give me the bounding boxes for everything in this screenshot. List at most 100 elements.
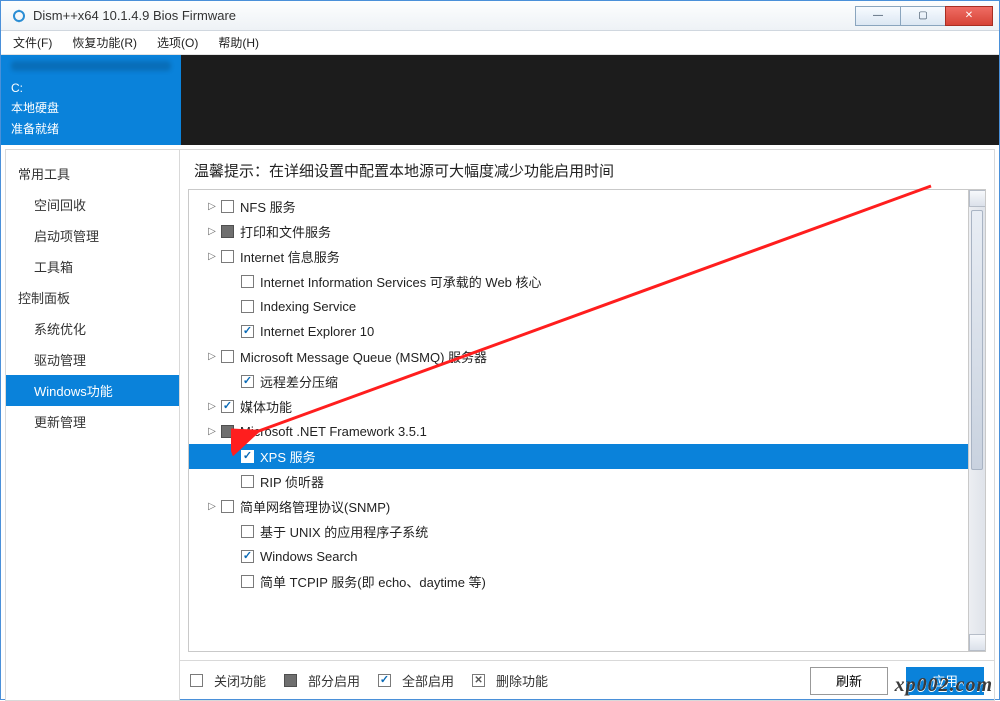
tree-item-label: NFS 服务	[240, 197, 296, 216]
tree-item[interactable]: ▷ Microsoft .NET Framework 3.5.1	[189, 419, 968, 444]
tree-item-label: Microsoft Message Queue (MSMQ) 服务器	[240, 347, 487, 366]
tree-item-label: 简单网络管理协议(SNMP)	[240, 497, 390, 516]
watermark: xp002.com	[895, 674, 993, 697]
tree-item[interactable]: XPS 服务	[189, 444, 968, 469]
checkbox[interactable]	[241, 550, 254, 563]
tree-item[interactable]: ▷ 媒体功能	[189, 394, 968, 419]
redacted-area	[11, 61, 171, 71]
expand-icon[interactable]: ▷	[207, 401, 217, 412]
checkbox[interactable]	[241, 275, 254, 288]
menu-bar: 文件(F) 恢复功能(R) 选项(O) 帮助(H)	[1, 31, 999, 55]
expand-icon[interactable]: ▷	[207, 251, 217, 262]
tree-item[interactable]: Windows Search	[189, 544, 968, 569]
checkbox[interactable]	[241, 525, 254, 538]
checkbox[interactable]	[221, 425, 234, 438]
tree-item-label: 远程差分压缩	[260, 372, 338, 391]
close-button[interactable]: ✕	[945, 6, 993, 26]
sidebar-item[interactable]: 更新管理	[6, 406, 179, 437]
sidebar-item[interactable]: 工具箱	[6, 251, 179, 282]
menu-file[interactable]: 文件(F)	[7, 32, 58, 53]
app-icon	[11, 8, 27, 24]
legend-partial: 部分启用	[284, 671, 360, 690]
sidebar-group-tools: 常用工具	[6, 158, 179, 189]
tree-item[interactable]: Indexing Service	[189, 294, 968, 319]
tree-item[interactable]: RIP 侦听器	[189, 469, 968, 494]
checkbox[interactable]	[221, 225, 234, 238]
feature-tree-container: ▷ NFS 服务 ▷ 打印和文件服务 ▷ Internet 信息服务 Internet In…	[188, 189, 986, 652]
drive-type: 本地硬盘	[11, 99, 171, 116]
tree-item[interactable]: 远程差分压缩	[189, 369, 968, 394]
sidebar-group-control: 控制面板	[6, 282, 179, 313]
tree-item-label: Windows Search	[260, 549, 358, 564]
sidebar-item[interactable]: 系统优化	[6, 313, 179, 344]
sidebar-item[interactable]: Windows功能	[6, 375, 179, 406]
scroll-thumb[interactable]	[971, 210, 983, 470]
checkbox[interactable]	[221, 500, 234, 513]
tree-item-label: Microsoft .NET Framework 3.5.1	[240, 424, 427, 439]
checkbox[interactable]	[221, 350, 234, 363]
minimize-button[interactable]: —	[855, 6, 901, 26]
expand-icon[interactable]: ▷	[207, 426, 217, 437]
app-window: Dism++x64 10.1.4.9 Bios Firmware — ▢ ✕ 文…	[0, 0, 1000, 700]
drive-status: 准备就绪	[11, 120, 171, 137]
tree-item-label: XPS 服务	[260, 447, 316, 466]
tree-item[interactable]: Internet Information Services 可承载的 Web 核…	[189, 269, 968, 294]
expand-icon[interactable]: ▷	[207, 501, 217, 512]
refresh-button[interactable]: 刷新	[810, 667, 888, 695]
tree-item-label: Internet 信息服务	[240, 247, 340, 266]
tree-item-label: 媒体功能	[240, 397, 292, 416]
menu-options[interactable]: 选项(O)	[151, 32, 204, 53]
checkbox[interactable]	[241, 325, 254, 338]
scrollbar[interactable]: ▴ ▾	[968, 190, 985, 651]
menu-recover[interactable]: 恢复功能(R)	[66, 32, 143, 53]
bottom-bar: 关闭功能 部分启用 全部启用 删除功能 刷新 应用	[180, 660, 994, 700]
checkbox[interactable]	[241, 300, 254, 313]
tree-item-label: Internet Explorer 10	[260, 324, 374, 339]
expand-icon[interactable]: ▷	[207, 351, 217, 362]
legend-off: 关闭功能	[190, 671, 266, 690]
content-body: 常用工具 空间回收启动项管理工具箱 控制面板 系统优化驱动管理Windows功能…	[5, 149, 995, 701]
menu-help[interactable]: 帮助(H)	[212, 32, 265, 53]
sidebar-item[interactable]: 启动项管理	[6, 220, 179, 251]
sidebar-item[interactable]: 空间回收	[6, 189, 179, 220]
scroll-down-button[interactable]: ▾	[969, 634, 986, 651]
expand-icon[interactable]: ▷	[207, 201, 217, 212]
tree-item[interactable]: ▷ 打印和文件服务	[189, 219, 968, 244]
checkbox[interactable]	[241, 475, 254, 488]
tree-item-label: 简单 TCPIP 服务(即 echo、daytime 等)	[260, 572, 486, 591]
tree-item-label: Indexing Service	[260, 299, 356, 314]
sidebar-item[interactable]: 驱动管理	[6, 344, 179, 375]
tree-item[interactable]: ▷ Internet 信息服务	[189, 244, 968, 269]
tree-item-label: 基于 UNIX 的应用程序子系统	[260, 522, 428, 541]
tree-item[interactable]: ▷ Microsoft Message Queue (MSMQ) 服务器	[189, 344, 968, 369]
tree-item-label: 打印和文件服务	[240, 222, 331, 241]
tree-item[interactable]: ▷ 简单网络管理协议(SNMP)	[189, 494, 968, 519]
scroll-up-button[interactable]: ▴	[969, 190, 986, 207]
header-dark-area	[181, 55, 999, 145]
expand-icon[interactable]: ▷	[207, 226, 217, 237]
title-bar: Dism++x64 10.1.4.9 Bios Firmware — ▢ ✕	[1, 1, 999, 31]
legend-delete: 删除功能	[472, 671, 548, 690]
tree-item[interactable]: Internet Explorer 10	[189, 319, 968, 344]
tree-item-label: Internet Information Services 可承载的 Web 核…	[260, 272, 542, 291]
tree-item[interactable]: 基于 UNIX 的应用程序子系统	[189, 519, 968, 544]
hint-text: 温馨提示：在详细设置中配置本地源可大幅度减少功能启用时间	[180, 150, 994, 189]
main-panel: 温馨提示：在详细设置中配置本地源可大幅度减少功能启用时间 ▷ NFS 服务 ▷ 打印和…	[180, 150, 994, 700]
checkbox[interactable]	[221, 400, 234, 413]
checkbox[interactable]	[221, 250, 234, 263]
checkbox[interactable]	[241, 575, 254, 588]
tree-item[interactable]: ▷ NFS 服务	[189, 194, 968, 219]
tree-item-label: RIP 侦听器	[260, 472, 324, 491]
sidebar: 常用工具 空间回收启动项管理工具箱 控制面板 系统优化驱动管理Windows功能…	[6, 150, 180, 700]
tree-item[interactable]: 简单 TCPIP 服务(即 echo、daytime 等)	[189, 569, 968, 594]
drive-letter: C:	[11, 81, 171, 95]
feature-tree[interactable]: ▷ NFS 服务 ▷ 打印和文件服务 ▷ Internet 信息服务 Internet In…	[189, 190, 968, 651]
checkbox[interactable]	[241, 375, 254, 388]
maximize-button[interactable]: ▢	[900, 6, 946, 26]
checkbox[interactable]	[241, 450, 254, 463]
drive-info[interactable]: C: 本地硬盘 准备就绪	[1, 55, 181, 145]
window-controls: — ▢ ✕	[855, 6, 993, 26]
checkbox[interactable]	[221, 200, 234, 213]
legend-all: 全部启用	[378, 671, 454, 690]
window-title: Dism++x64 10.1.4.9 Bios Firmware	[33, 8, 855, 23]
